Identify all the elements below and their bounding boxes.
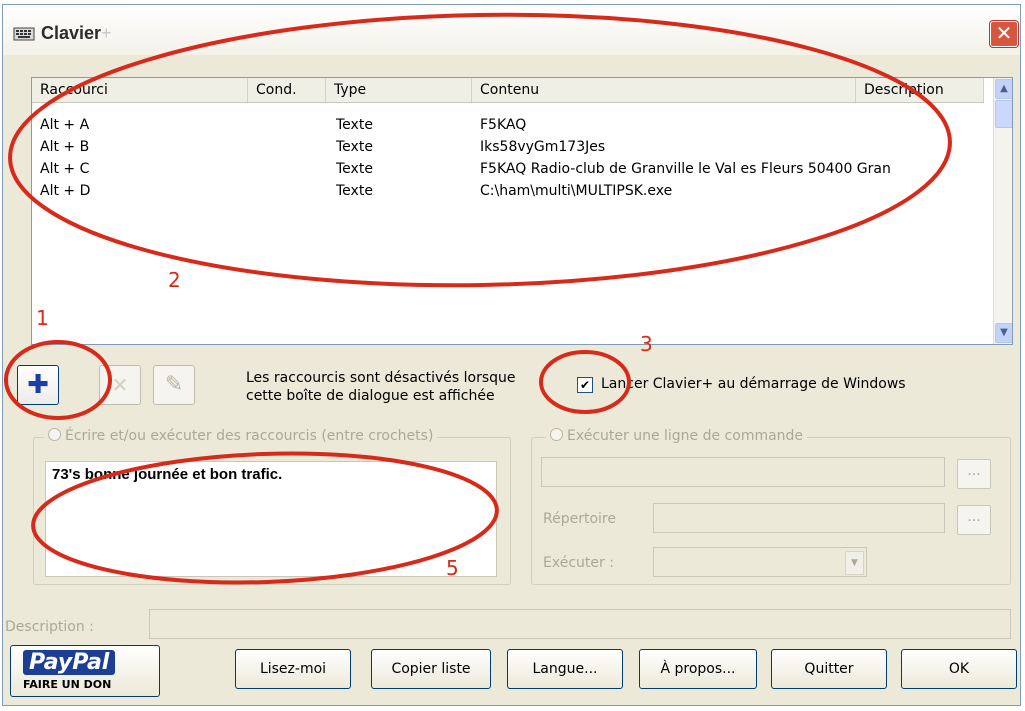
scroll-down-icon[interactable]: ▼	[995, 323, 1012, 343]
list-row[interactable]: Alt + C Texte F5KAQ Radio-club de Granvi…	[32, 158, 992, 180]
cell-type: Texte	[336, 161, 373, 177]
write-text-legend[interactable]: Écrire et/ou exécuter des raccourcis (en…	[44, 428, 438, 444]
add-shortcut-button[interactable]: ✚	[17, 365, 59, 405]
cell-type: Texte	[336, 183, 373, 199]
copy-list-button[interactable]: Copier liste	[371, 649, 491, 689]
close-button[interactable]: ✕	[990, 21, 1018, 47]
window-title: Clavier+	[41, 23, 112, 44]
list-row[interactable]: Alt + B Texte Iks58vyGm173Jes	[32, 136, 992, 158]
chevron-down-icon[interactable]: ▼	[845, 551, 864, 575]
column-header-description[interactable]: Description	[856, 78, 984, 102]
cell-type: Texte	[336, 139, 373, 155]
command-radio[interactable]	[550, 428, 563, 441]
delete-icon: ✕	[111, 373, 129, 397]
description-input[interactable]	[149, 609, 1011, 639]
paypal-logo: PayPal	[23, 650, 116, 675]
description-label: Description :	[5, 619, 94, 635]
ok-button[interactable]: OK	[901, 649, 1017, 689]
shortcut-text-area[interactable]: 73's bonne journée et bon trafic.	[45, 461, 497, 577]
delete-shortcut-button[interactable]: ✕	[99, 365, 141, 405]
disabled-note: Les raccourcis sont désactivés lorsque c…	[246, 369, 516, 405]
scroll-thumb[interactable]	[995, 100, 1012, 128]
annotation-number-3: 3	[640, 332, 653, 356]
cell-shortcut: Alt + B	[40, 139, 90, 155]
title-bar[interactable]: Clavier+ ✕	[3, 5, 1020, 55]
list-header: Raccourci Cond. Type Contenu Description	[32, 78, 984, 103]
window-title-text: Clavier	[41, 23, 102, 43]
donate-label: FAIRE UN DON	[23, 678, 112, 691]
cell-type: Texte	[336, 117, 373, 133]
cell-shortcut: Alt + C	[40, 161, 90, 177]
annotation-number-1: 1	[36, 306, 49, 330]
annotation-number-5: 5	[446, 556, 459, 580]
cell-content: Iks58vyGm173Jes	[480, 139, 606, 155]
cell-content: F5KAQ Radio-club de Granville le Val es …	[480, 161, 891, 177]
scroll-up-icon[interactable]: ▲	[995, 79, 1012, 99]
column-header-raccourci[interactable]: Raccourci	[32, 78, 248, 102]
list-row[interactable]: Alt + D Texte C:\ham\multi\MULTIPSK.exe	[32, 180, 992, 202]
language-button[interactable]: Langue...	[507, 649, 623, 689]
cell-shortcut: Alt + D	[40, 183, 91, 199]
list-scrollbar[interactable]: ▲ ▼	[993, 78, 1012, 344]
execute-label: Exécuter :	[543, 555, 614, 571]
annotation-number-2: 2	[168, 268, 181, 292]
browse-directory-button[interactable]: ...	[957, 505, 991, 535]
command-legend[interactable]: Exécuter une ligne de commande	[546, 428, 808, 444]
startup-checkbox-label[interactable]: Lancer Clavier+ au démarrage de Windows	[601, 376, 906, 392]
directory-label: Répertoire	[543, 511, 616, 527]
browse-command-button[interactable]: ...	[957, 459, 991, 489]
command-line-input[interactable]	[541, 457, 945, 487]
edit-shortcut-button[interactable]: ✎	[153, 365, 195, 405]
write-text-radio[interactable]	[48, 428, 61, 441]
note-line-2: cette boîte de dialogue est affichée	[246, 388, 495, 404]
window-title-suffix: +	[101, 23, 112, 43]
plus-icon: ✚	[27, 370, 49, 400]
startup-checkbox[interactable]: ✔	[577, 377, 593, 393]
cell-shortcut: Alt + A	[40, 117, 90, 133]
column-header-contenu[interactable]: Contenu	[472, 78, 856, 102]
shortcut-list[interactable]: Raccourci Cond. Type Contenu Description…	[31, 77, 1013, 345]
paypal-donate-button[interactable]: PayPal FAIRE UN DON	[10, 645, 160, 697]
column-header-type[interactable]: Type	[326, 78, 472, 102]
note-line-1: Les raccourcis sont désactivés lorsque	[246, 370, 516, 386]
column-header-cond[interactable]: Cond.	[248, 78, 326, 102]
execute-select[interactable]: ▼	[653, 547, 867, 577]
write-text-legend-label: Écrire et/ou exécuter des raccourcis (en…	[65, 428, 434, 444]
cell-content: F5KAQ	[480, 117, 527, 133]
dialog-window: Clavier+ ✕ Raccourci Cond. Type Contenu …	[2, 4, 1021, 706]
pencil-icon: ✎	[164, 372, 184, 397]
cell-content: C:\ham\multi\MULTIPSK.exe	[480, 183, 673, 199]
readme-button[interactable]: Lisez-moi	[235, 649, 351, 689]
directory-input[interactable]	[653, 503, 945, 533]
command-legend-label: Exécuter une ligne de commande	[567, 428, 804, 444]
quit-button[interactable]: Quitter	[771, 649, 887, 689]
keyboard-icon	[13, 27, 35, 41]
list-row[interactable]: Alt + A Texte F5KAQ	[32, 114, 992, 136]
about-button[interactable]: À propos...	[639, 649, 757, 689]
